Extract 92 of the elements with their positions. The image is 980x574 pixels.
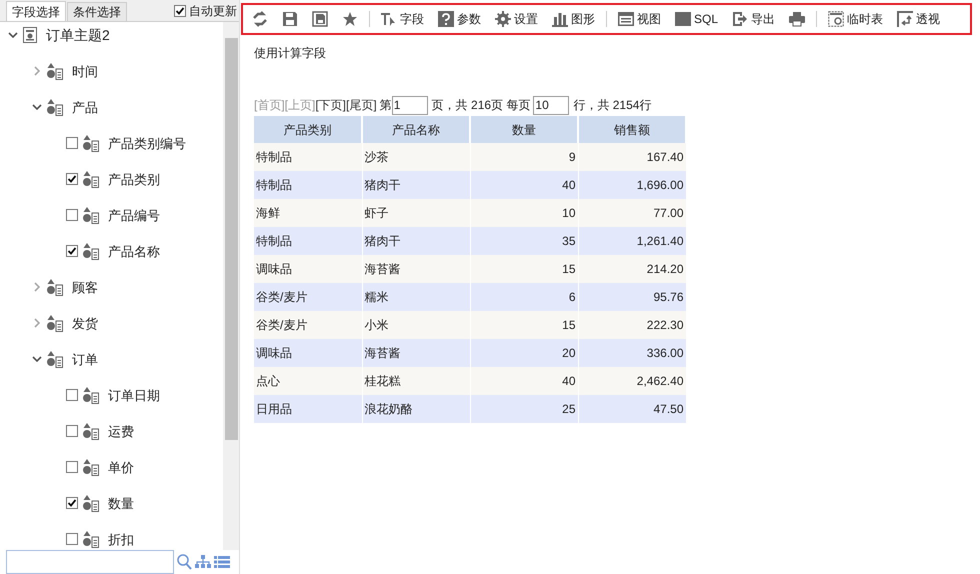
chevron-down-icon[interactable] bbox=[8, 30, 18, 40]
question-icon bbox=[438, 11, 454, 27]
dimension-icon bbox=[47, 314, 63, 332]
field-checkbox[interactable] bbox=[66, 497, 78, 509]
settings-icon bbox=[495, 11, 511, 27]
dimension-icon bbox=[83, 170, 99, 188]
column-header[interactable]: 产品类别 bbox=[254, 116, 362, 143]
search-field[interactable] bbox=[6, 550, 174, 574]
chevron-right-icon[interactable] bbox=[32, 282, 42, 292]
field-checkbox[interactable] bbox=[66, 461, 78, 473]
chevron-right-icon[interactable] bbox=[32, 66, 42, 76]
tree-item-label[interactable]: 订单主题2 bbox=[46, 27, 110, 43]
tree-item-label[interactable]: 产品名称 bbox=[108, 244, 160, 258]
document-icon bbox=[23, 27, 37, 43]
field-checkbox[interactable] bbox=[66, 245, 78, 257]
page-prefix: 第 bbox=[380, 97, 392, 114]
chevron-right-icon[interactable] bbox=[32, 318, 42, 328]
field-checkbox[interactable] bbox=[66, 209, 78, 221]
dimension-icon bbox=[83, 242, 99, 260]
star-icon bbox=[342, 11, 358, 27]
save-icon bbox=[282, 11, 298, 27]
tree-item-label[interactable]: 产品编号 bbox=[108, 208, 160, 222]
dimension-icon bbox=[47, 62, 63, 80]
pager-link[interactable]: [下页] bbox=[315, 96, 346, 114]
toolbar-sql-button[interactable]: SQL bbox=[672, 7, 722, 31]
dimension-icon bbox=[83, 458, 99, 476]
panel-tab[interactable]: 条件选择 bbox=[67, 2, 127, 21]
table-cell: 日用品 bbox=[254, 395, 362, 423]
dimension-icon bbox=[83, 530, 99, 548]
row-count-text: 行，共 2154行 bbox=[573, 97, 652, 114]
tree-item-label[interactable]: 顾客 bbox=[72, 280, 98, 294]
table-cell: 25 bbox=[470, 395, 578, 423]
dimension-icon bbox=[47, 350, 63, 368]
rows-field[interactable]: 10 bbox=[533, 96, 570, 114]
hierarchy-icon[interactable] bbox=[195, 555, 211, 569]
dimension-icon bbox=[47, 278, 63, 296]
save-as-icon bbox=[312, 11, 328, 27]
field-checkbox[interactable] bbox=[66, 389, 78, 401]
tree-item-label[interactable]: 产品类别编号 bbox=[108, 136, 186, 150]
page-count-text: 页，共 216页 每页 bbox=[432, 97, 530, 114]
chevron-down-icon[interactable] bbox=[32, 102, 42, 112]
toolbar-fields-button[interactable]: 字段 bbox=[378, 7, 427, 31]
table-cell: 47.50 bbox=[578, 395, 686, 423]
column-header[interactable]: 销售额 bbox=[578, 116, 686, 143]
search-icon[interactable] bbox=[177, 554, 192, 570]
refresh-icon bbox=[252, 11, 268, 27]
tree-item-label[interactable]: 折扣 bbox=[108, 532, 134, 546]
tree-item-label[interactable]: 产品类别 bbox=[108, 172, 160, 186]
toolbar-pivot-button[interactable]: 透视 bbox=[894, 7, 944, 31]
dimension-icon bbox=[83, 494, 99, 512]
dimension-icon bbox=[47, 98, 63, 116]
export-icon bbox=[732, 11, 748, 27]
toolbar-export-button[interactable]: 导出 bbox=[729, 7, 778, 31]
field-checkbox[interactable] bbox=[66, 425, 78, 437]
panel-tab[interactable]: 字段选择 bbox=[6, 1, 66, 21]
scrollbar[interactable] bbox=[223, 22, 239, 550]
list-icon[interactable] bbox=[214, 556, 230, 568]
toolbar-temp-table-button[interactable]: 临时表 bbox=[825, 7, 886, 31]
toolbar-view-button[interactable]: 视图 bbox=[615, 7, 664, 31]
tree-item-label[interactable]: 发货 bbox=[72, 316, 98, 330]
field-cursor-icon bbox=[381, 11, 397, 27]
toolbar-chart-button[interactable]: 图形 bbox=[549, 7, 598, 31]
dimension-icon bbox=[83, 134, 99, 152]
field-checkbox[interactable] bbox=[66, 533, 78, 545]
tree-item-label[interactable]: 订单日期 bbox=[108, 388, 160, 402]
auto-update-label[interactable]: 自动更新 bbox=[189, 2, 237, 20]
window-icon bbox=[618, 11, 634, 27]
dimension-icon bbox=[83, 386, 99, 404]
tree-item-label[interactable]: 运费 bbox=[108, 424, 134, 438]
pager-link[interactable]: [尾页] bbox=[346, 96, 377, 114]
bar-chart-icon bbox=[552, 11, 568, 27]
table-gear-icon bbox=[828, 11, 844, 27]
toolbar-settings-button[interactable]: 设置 bbox=[492, 7, 541, 31]
column-header[interactable]: 数量 bbox=[470, 116, 578, 143]
auto-update-checkbox[interactable] bbox=[174, 5, 186, 17]
table-cell: 浪花奶酪 bbox=[362, 395, 470, 423]
calc-field-link[interactable]: 使用计算字段 bbox=[254, 46, 326, 60]
column-header[interactable]: 产品名称 bbox=[362, 116, 470, 143]
pivot-icon bbox=[897, 11, 914, 27]
printer-icon bbox=[789, 11, 806, 27]
page-field[interactable]: 1 bbox=[392, 96, 428, 114]
tree-item-label[interactable]: 时间 bbox=[72, 64, 98, 78]
tree-item-label[interactable]: 数量 bbox=[108, 496, 134, 510]
dimension-icon bbox=[83, 206, 99, 224]
tree-item-label[interactable]: 订单 bbox=[72, 352, 98, 366]
dimension-icon bbox=[83, 422, 99, 440]
field-checkbox[interactable] bbox=[66, 173, 78, 185]
tree-item-label[interactable]: 单价 bbox=[108, 460, 134, 474]
field-checkbox[interactable] bbox=[66, 137, 78, 149]
toolbar-params-button[interactable]: 参数 bbox=[435, 7, 484, 31]
chevron-down-icon[interactable] bbox=[32, 354, 42, 364]
tree-item-label[interactable]: 产品 bbox=[72, 100, 98, 114]
